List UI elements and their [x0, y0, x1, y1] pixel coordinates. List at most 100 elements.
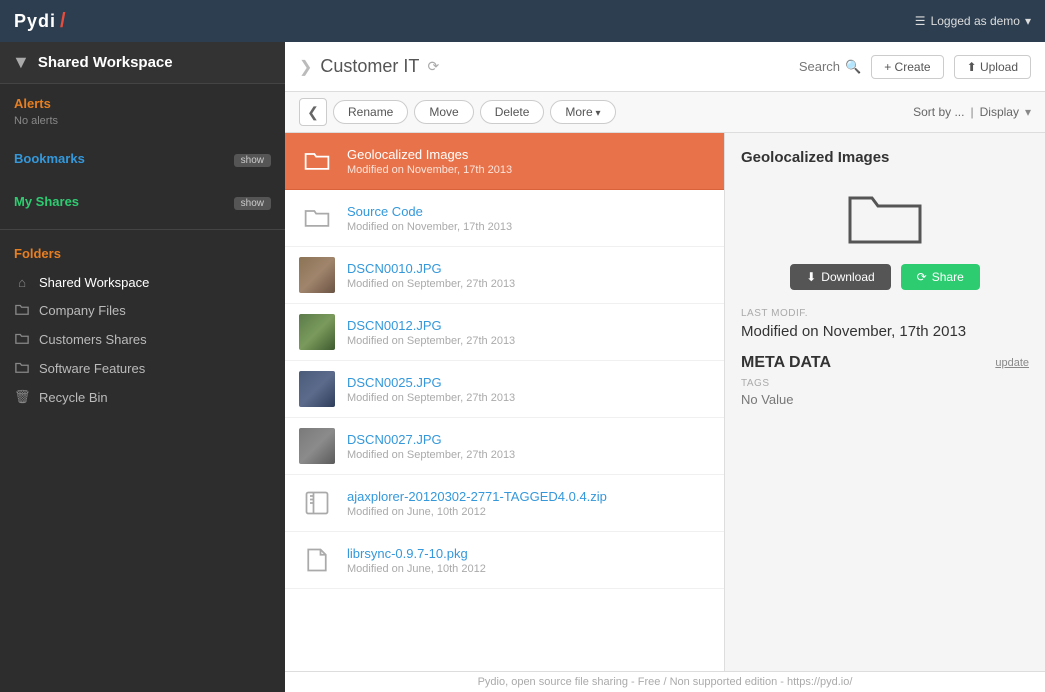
file-name: librsync-0.9.7-10.pkg: [347, 546, 710, 561]
zip-icon: [299, 485, 335, 521]
upload-button[interactable]: ⬆ Upload: [954, 55, 1031, 79]
file-icon: [299, 542, 335, 578]
create-button[interactable]: + Create: [871, 55, 943, 79]
file-thumbnail: [299, 257, 335, 293]
sidebar-item-label: Software Features: [39, 361, 145, 376]
breadcrumb-arrow-icon: ❯: [299, 57, 312, 77]
metadata-update-button[interactable]: update: [995, 357, 1029, 369]
logo: Pydi /: [14, 10, 66, 33]
search-icon: 🔍: [845, 59, 861, 75]
file-name: DSCN0027.JPG: [347, 432, 710, 447]
metadata-section: META DATA update TAGS No Value: [741, 354, 1029, 407]
list-item[interactable]: Geolocalized Images Modified on November…: [285, 133, 724, 190]
toolbar-divider: |: [970, 105, 973, 119]
sidebar-item-company-files[interactable]: Company Files: [0, 296, 285, 325]
detail-panel: Geolocalized Images ⬇ Download ⟳ Share: [725, 133, 1045, 671]
sidebar-item-software-features[interactable]: Software Features: [0, 354, 285, 383]
rename-button[interactable]: Rename: [333, 100, 408, 124]
bookmarks-label: Bookmarks: [14, 151, 85, 166]
move-button[interactable]: Move: [414, 100, 473, 124]
myshares-show-button[interactable]: show: [234, 197, 271, 210]
folder-icon: [14, 360, 30, 377]
download-button[interactable]: ⬇ Download: [790, 264, 890, 290]
file-info: DSCN0025.JPG Modified on September, 27th…: [347, 375, 710, 404]
content-area: ❯ Customer IT ⟳ Search 🔍 + Create ⬆ Uplo…: [285, 42, 1045, 692]
file-name: DSCN0012.JPG: [347, 318, 710, 333]
trash-icon: 🗑: [14, 389, 30, 405]
file-meta: Modified on September, 27th 2013: [347, 335, 710, 347]
list-item[interactable]: DSCN0027.JPG Modified on September, 27th…: [285, 418, 724, 475]
file-thumbnail: [299, 428, 335, 464]
delete-button[interactable]: Delete: [480, 100, 545, 124]
file-list: Geolocalized Images Modified on November…: [285, 133, 725, 671]
list-item[interactable]: DSCN0012.JPG Modified on September, 27th…: [285, 304, 724, 361]
list-item[interactable]: DSCN0010.JPG Modified on September, 27th…: [285, 247, 724, 304]
alerts-section: Alerts No alerts: [0, 84, 285, 139]
file-name: Source Code: [347, 204, 710, 219]
current-folder-label: Customer IT: [320, 56, 419, 77]
header-actions: Search 🔍 + Create ⬆ Upload: [799, 55, 1031, 79]
last-modif-label: LAST MODIF.: [741, 308, 1029, 319]
more-button[interactable]: More: [550, 100, 615, 124]
list-item[interactable]: DSCN0025.JPG Modified on September, 27th…: [285, 361, 724, 418]
chevron-down-icon: ▾: [1025, 14, 1031, 28]
folders-label: Folders: [14, 246, 271, 261]
file-meta: Modified on September, 27th 2013: [347, 449, 710, 461]
breadcrumb: ❯ Customer IT ⟳: [299, 56, 439, 77]
refresh-icon[interactable]: ⟳: [427, 58, 439, 75]
search-button[interactable]: Search 🔍: [799, 59, 861, 75]
share-button[interactable]: ⟳ Share: [901, 264, 980, 290]
folder-icon: [299, 143, 335, 179]
user-menu[interactable]: ☰ Logged as demo ▾: [915, 14, 1031, 28]
share-label: Share: [932, 270, 964, 284]
sidebar-item-label: Company Files: [39, 303, 126, 318]
file-meta: Modified on September, 27th 2013: [347, 392, 710, 404]
file-info: Source Code Modified on November, 17th 2…: [347, 204, 710, 233]
sidebar-item-customers-shares[interactable]: Customers Shares: [0, 325, 285, 354]
file-info: DSCN0027.JPG Modified on September, 27th…: [347, 432, 710, 461]
detail-actions: ⬇ Download ⟳ Share: [741, 264, 1029, 290]
file-name: DSCN0010.JPG: [347, 261, 710, 276]
myshares-label: My Shares: [14, 194, 79, 209]
list-item[interactable]: ajaxplorer-20120302-2771-TAGGED4.0.4.zip…: [285, 475, 724, 532]
logo-text: Pydi: [14, 11, 56, 32]
hamburger-icon: ☰: [915, 14, 926, 28]
logo-slash: /: [60, 10, 66, 33]
topbar-right: ☰ Logged as demo ▾: [915, 14, 1031, 28]
footer-text: Pydio, open source file sharing - Free /…: [478, 676, 853, 688]
metadata-title: META DATA: [741, 354, 831, 372]
file-name: ajaxplorer-20120302-2771-TAGGED4.0.4.zip: [347, 489, 710, 504]
last-modif-section: LAST MODIF. Modified on November, 17th 2…: [741, 308, 1029, 340]
share-icon: ⟳: [917, 270, 927, 284]
download-label: Download: [821, 270, 874, 284]
list-item[interactable]: Source Code Modified on November, 17th 2…: [285, 190, 724, 247]
display-button[interactable]: Display: [980, 105, 1019, 119]
sidebar-title: Shared Workspace: [38, 54, 173, 71]
sidebar-item-label: Recycle Bin: [39, 390, 108, 405]
sidebar: ▼ Shared Workspace Alerts No alerts Book…: [0, 42, 285, 692]
file-info: Geolocalized Images Modified on November…: [347, 147, 710, 176]
tags-value: No Value: [741, 392, 1029, 407]
bookmarks-show-button[interactable]: show: [234, 154, 271, 167]
folder-icon: [14, 302, 30, 319]
file-meta: Modified on June, 10th 2012: [347, 563, 710, 575]
back-button[interactable]: ❮: [299, 98, 327, 126]
file-name: Geolocalized Images: [347, 147, 710, 162]
file-meta: Modified on November, 17th 2013: [347, 164, 710, 176]
file-area: Geolocalized Images Modified on November…: [285, 133, 1045, 671]
sort-button[interactable]: Sort by ...: [913, 105, 964, 119]
list-item[interactable]: librsync-0.9.7-10.pkg Modified on June, …: [285, 532, 724, 589]
file-meta: Modified on November, 17th 2013: [347, 221, 710, 233]
sidebar-item-shared-workspace[interactable]: ⌂ Shared Workspace: [0, 269, 285, 296]
toolbar: ❮ Rename Move Delete More Sort by ... | …: [285, 92, 1045, 133]
folder-icon: [299, 200, 335, 236]
download-icon: ⬇: [806, 270, 816, 284]
display-chevron-icon: ▾: [1025, 105, 1031, 119]
sidebar-item-recycle-bin[interactable]: 🗑 Recycle Bin: [0, 383, 285, 411]
file-meta: Modified on June, 10th 2012: [347, 506, 710, 518]
file-name: DSCN0025.JPG: [347, 375, 710, 390]
last-modif-value: Modified on November, 17th 2013: [741, 323, 1029, 340]
sidebar-toggle-icon[interactable]: ▼: [12, 52, 30, 73]
home-icon: ⌂: [14, 275, 30, 290]
file-info: DSCN0012.JPG Modified on September, 27th…: [347, 318, 710, 347]
